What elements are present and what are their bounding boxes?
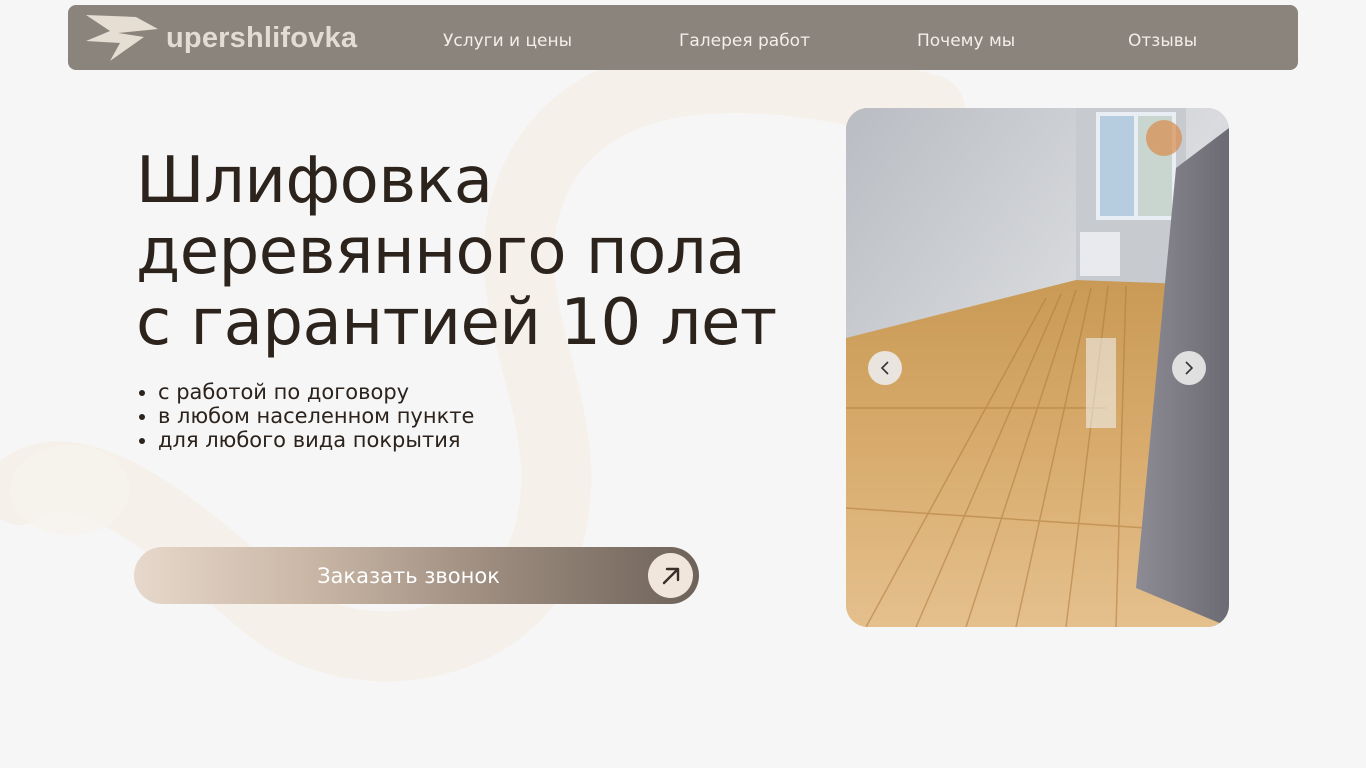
feature-item: для любого вида покрытия bbox=[138, 428, 474, 452]
feature-list: с работой по договору в любом населенном… bbox=[138, 380, 475, 452]
lightning-bolt-icon bbox=[86, 15, 158, 61]
order-call-button[interactable]: Заказать звонок bbox=[134, 547, 699, 604]
top-navbar: upershlifovka Услуги и цены Галерея рабо… bbox=[68, 5, 1298, 70]
hero-title-line: деревянного пола bbox=[136, 215, 745, 289]
nav-item-reviews[interactable]: Отзывы bbox=[1128, 5, 1197, 70]
order-call-label: Заказать звонок bbox=[317, 563, 500, 588]
hero-title-line: с гарантией 10 лет bbox=[136, 286, 777, 360]
arrow-up-right-icon bbox=[648, 553, 693, 598]
gallery-next-button[interactable] bbox=[1172, 351, 1206, 385]
hero-title-line: Шлифовка bbox=[136, 144, 493, 218]
logo-text: upershlifovka bbox=[166, 21, 358, 54]
nav-item-why-us[interactable]: Почему мы bbox=[917, 5, 1015, 70]
nav-item-services[interactable]: Услуги и цены bbox=[443, 5, 572, 70]
gallery-slider[interactable] bbox=[846, 108, 1229, 627]
chevron-right-icon bbox=[1185, 361, 1194, 375]
feature-item: с работой по договору bbox=[138, 380, 474, 404]
gallery-prev-button[interactable] bbox=[868, 351, 902, 385]
feature-item: в любом населенном пункте bbox=[138, 404, 475, 428]
chevron-left-icon bbox=[880, 361, 889, 375]
logo[interactable]: upershlifovka bbox=[84, 13, 357, 63]
nav-item-gallery[interactable]: Галерея работ bbox=[679, 5, 810, 70]
hero-title: Шлифовка деревянного пола с гарантией 10… bbox=[136, 146, 836, 359]
